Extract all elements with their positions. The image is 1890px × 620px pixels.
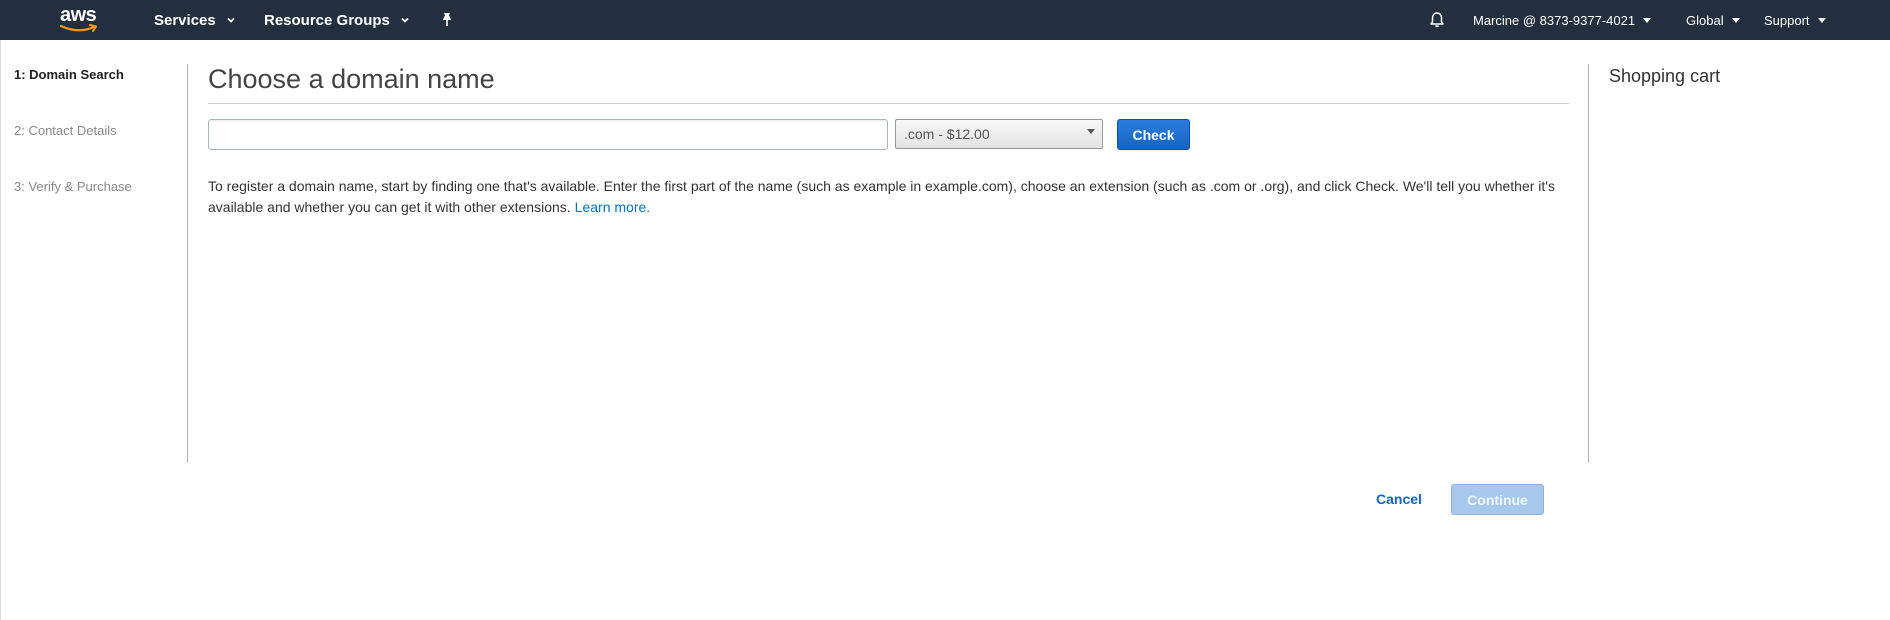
notifications-button[interactable] — [1428, 0, 1446, 40]
aws-logo[interactable]: aws — [58, 4, 102, 34]
region-menu[interactable]: Global — [1686, 0, 1740, 40]
pin-icon — [443, 13, 451, 26]
caret-down-icon — [1643, 17, 1652, 23]
instructions-body: To register a domain name, start by find… — [208, 178, 1555, 215]
caret-down-icon — [1731, 17, 1740, 23]
page-title: Choose a domain name — [208, 64, 495, 94]
region-label: Global — [1686, 12, 1724, 28]
cart-divider — [1588, 64, 1589, 463]
step-domain-search[interactable]: 1: Domain Search — [14, 67, 124, 82]
title-divider — [208, 103, 1569, 104]
services-menu[interactable]: Services — [154, 0, 237, 40]
aws-logo-text: aws — [60, 4, 97, 26]
learn-more-link[interactable]: Learn more. — [575, 199, 650, 215]
tld-selected-value: .com - $12.00 — [904, 126, 990, 142]
support-menu[interactable]: Support — [1764, 0, 1826, 40]
step-contact-details: 2: Contact Details — [14, 123, 117, 138]
instructions-text: To register a domain name, start by find… — [208, 176, 1568, 218]
pin-button[interactable] — [440, 0, 454, 40]
chevron-down-icon — [401, 17, 409, 23]
services-label: Services — [154, 11, 216, 29]
chevron-down-icon — [227, 17, 235, 23]
continue-button[interactable]: Continue — [1451, 484, 1544, 515]
smile-arrow-icon — [60, 24, 97, 32]
top-nav-bar: aws Services Resource Groups Marcine @ 8… — [0, 0, 1890, 40]
account-menu[interactable]: Marcine @ 8373-9377-4021 — [1473, 0, 1652, 40]
step-verify-purchase: 3: Verify & Purchase — [14, 179, 132, 194]
domain-name-input[interactable] — [208, 119, 888, 150]
support-label: Support — [1764, 12, 1810, 28]
check-button[interactable]: Check — [1117, 119, 1190, 150]
caret-down-icon — [1817, 17, 1826, 23]
cancel-button[interactable]: Cancel — [1376, 491, 1422, 507]
resource-groups-label: Resource Groups — [264, 11, 390, 29]
resource-groups-menu[interactable]: Resource Groups — [264, 0, 411, 40]
tld-select[interactable]: .com - $12.00 — [895, 119, 1103, 149]
dropdown-arrow-icon — [1087, 129, 1095, 134]
shopping-cart-heading: Shopping cart — [1609, 66, 1721, 86]
left-edge-border — [0, 40, 1, 620]
account-label: Marcine @ 8373-9377-4021 — [1473, 12, 1636, 28]
steps-divider — [187, 64, 188, 463]
bell-icon — [1430, 12, 1444, 28]
